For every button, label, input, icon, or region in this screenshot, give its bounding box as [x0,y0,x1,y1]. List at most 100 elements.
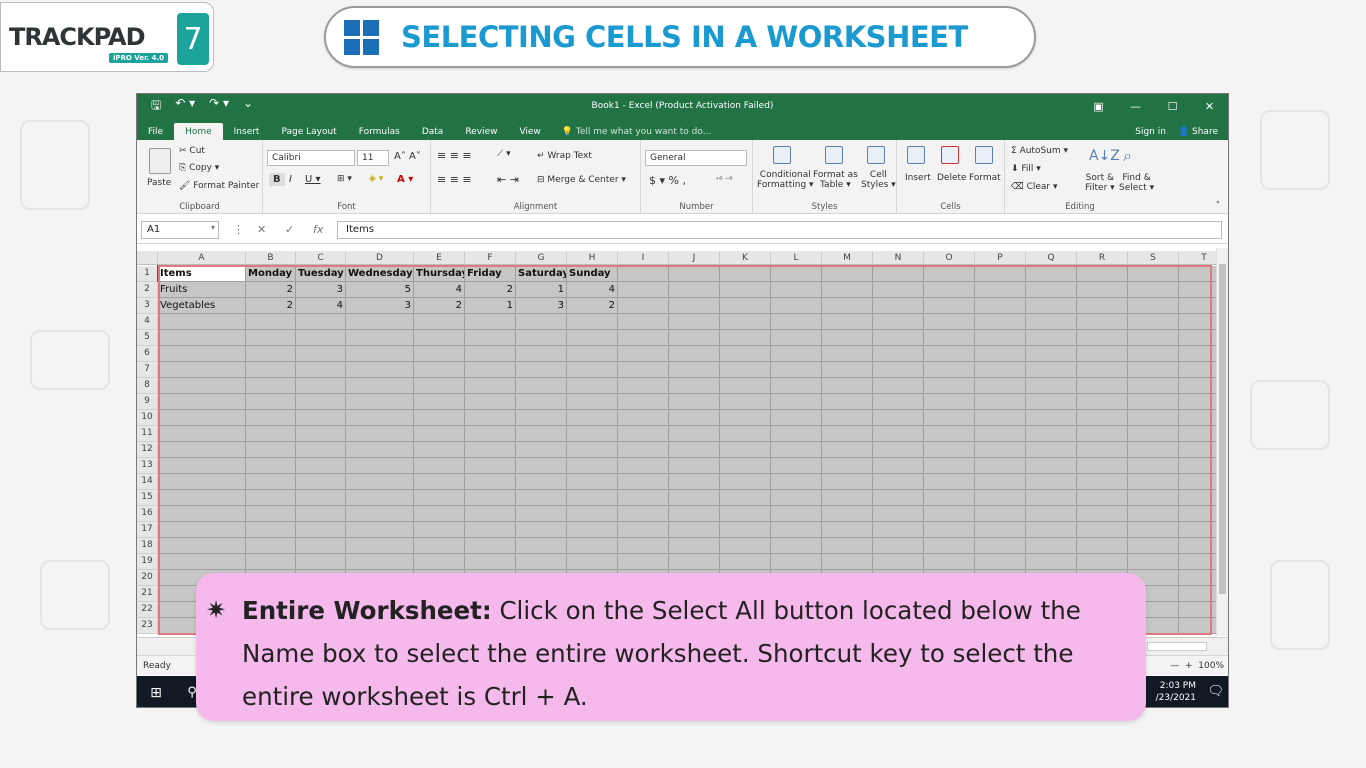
row-header[interactable]: 22 [137,602,158,618]
cell[interactable] [1128,410,1179,426]
cell[interactable] [1128,362,1179,378]
minimize-button[interactable]: — [1117,94,1154,119]
cell[interactable] [1077,298,1128,314]
cell[interactable] [1077,378,1128,394]
cell[interactable] [924,442,975,458]
cell[interactable] [669,378,720,394]
cell[interactable] [720,362,771,378]
tab-home[interactable]: Home [174,123,223,140]
cell[interactable] [618,378,669,394]
cell[interactable] [822,346,873,362]
tab-file[interactable]: File [137,123,174,140]
cell[interactable]: 2 [414,298,465,314]
cell[interactable] [975,330,1026,346]
cell[interactable] [1026,298,1077,314]
cell[interactable] [158,378,246,394]
cell[interactable] [296,442,346,458]
cell[interactable] [822,474,873,490]
cell[interactable] [669,314,720,330]
cell[interactable] [822,266,873,282]
cell[interactable] [924,330,975,346]
cell[interactable] [822,282,873,298]
cell[interactable] [465,314,516,330]
cell[interactable] [346,538,414,554]
undo-icon[interactable]: ↶ ▾ [175,96,195,117]
cell[interactable] [873,378,924,394]
notification-icon[interactable]: 🗨 [1207,684,1224,699]
cell[interactable] [1128,298,1179,314]
cell[interactable] [1128,506,1179,522]
cell[interactable] [296,522,346,538]
insert-button[interactable]: Insert [905,173,931,183]
cell[interactable] [771,394,822,410]
font-name-select[interactable]: Calibri [267,150,355,166]
cell[interactable] [1077,314,1128,330]
cell[interactable] [158,506,246,522]
cell[interactable] [296,538,346,554]
cell[interactable] [873,410,924,426]
column-header[interactable]: B [246,251,296,264]
tab-view[interactable]: View [508,123,551,140]
cell[interactable] [246,506,296,522]
cell[interactable] [924,314,975,330]
row-header[interactable]: 17 [137,522,158,538]
cell[interactable] [296,378,346,394]
cell[interactable] [465,538,516,554]
cell[interactable] [465,346,516,362]
cell[interactable] [720,490,771,506]
cell[interactable] [771,554,822,570]
cell[interactable] [771,282,822,298]
cell[interactable] [975,554,1026,570]
cell[interactable] [924,378,975,394]
cell[interactable] [1026,538,1077,554]
cell[interactable] [246,410,296,426]
cell[interactable] [822,554,873,570]
cell[interactable] [465,362,516,378]
cell[interactable] [1026,282,1077,298]
cell[interactable] [1026,458,1077,474]
cell[interactable] [720,474,771,490]
cell[interactable] [567,426,618,442]
cell[interactable] [1128,378,1179,394]
cell[interactable] [567,458,618,474]
cell[interactable] [158,490,246,506]
cell[interactable] [669,490,720,506]
cell[interactable] [1026,426,1077,442]
cell[interactable] [975,410,1026,426]
cell[interactable] [720,346,771,362]
cell[interactable] [1128,490,1179,506]
cell[interactable] [975,346,1026,362]
cell[interactable]: 2 [246,298,296,314]
cell[interactable] [296,490,346,506]
cell[interactable] [246,426,296,442]
cell[interactable] [618,458,669,474]
cell[interactable]: Vegetables [158,298,246,314]
cell[interactable] [924,474,975,490]
cell[interactable] [158,554,246,570]
cell[interactable] [1077,458,1128,474]
cell[interactable] [414,314,465,330]
cell[interactable] [720,298,771,314]
cell[interactable] [1077,394,1128,410]
column-header[interactable]: Q [1026,251,1077,264]
cell[interactable] [516,554,567,570]
cell[interactable] [771,522,822,538]
cell[interactable] [618,314,669,330]
tab-data[interactable]: Data [411,123,455,140]
delete-button[interactable]: Delete [937,173,967,183]
cell[interactable] [720,378,771,394]
cell[interactable] [618,506,669,522]
sign-in-link[interactable]: Sign in [1135,127,1166,137]
delete-cells-icon[interactable] [941,146,959,164]
row-header[interactable]: 9 [137,394,158,410]
row-header[interactable]: 12 [137,442,158,458]
cell[interactable] [873,426,924,442]
cell[interactable] [669,458,720,474]
cell[interactable] [924,538,975,554]
cell[interactable] [346,474,414,490]
cell[interactable] [720,442,771,458]
cell[interactable] [924,522,975,538]
cell[interactable] [873,474,924,490]
cell[interactable] [346,442,414,458]
cell[interactable] [414,378,465,394]
